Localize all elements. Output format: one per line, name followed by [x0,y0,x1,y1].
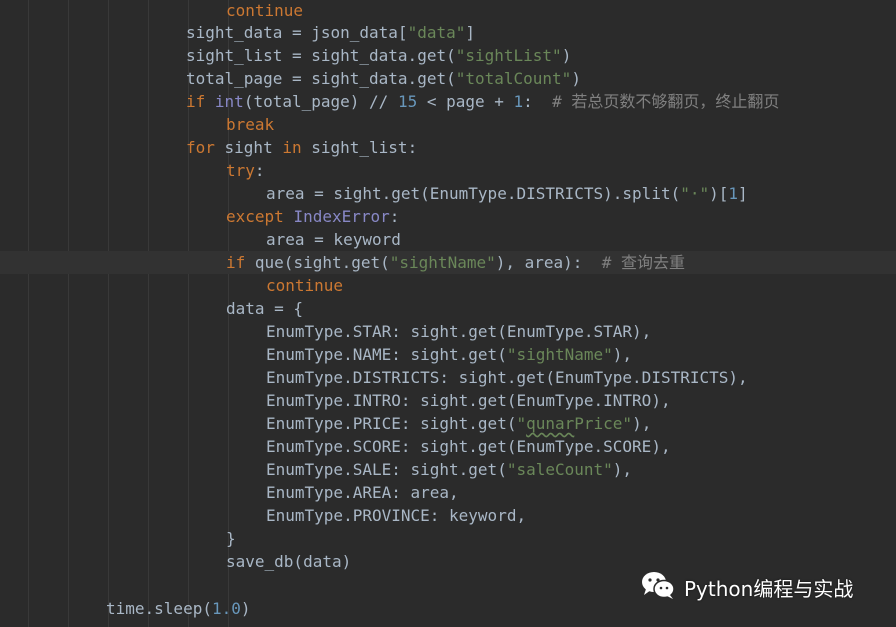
code-token: EnumType.NAME: sight.get( [266,345,507,364]
code-token: EnumType.INTRO: sight.get(EnumType.INTRO… [266,391,671,410]
code-line[interactable]: EnumType.PRICE: sight.get("qunarPrice"), [0,412,896,435]
code-token: "·" [680,184,710,203]
code-token: continue [226,1,304,20]
code-token: 1.0 [211,599,241,618]
code-token: "sightList" [455,46,562,65]
code-line[interactable]: except IndexError: [0,205,896,228]
code-token: sight_list = sight_data.get( [186,46,456,65]
code-token: total_page = sight_data.get( [186,69,456,88]
code-token: (total_page) // [243,92,398,111]
code-token: "saleCount" [506,460,613,479]
code-token: ), [632,414,652,433]
code-line[interactable]: EnumType.AREA: area, [0,481,896,504]
code-token: ), area): [495,253,602,272]
code-line[interactable]: EnumType.SCORE: sight.get(EnumType.SCORE… [0,435,896,458]
code-token: : [389,207,400,226]
code-token: "data" [407,23,466,42]
code-line[interactable]: EnumType.PROVINCE: keyword, [0,504,896,527]
code-line[interactable]: break [0,113,896,136]
code-token: save_db(data) [226,552,352,571]
code-token: "sightName" [506,345,613,364]
code-token: EnumType.AREA: area, [266,483,459,502]
code-token: in [282,138,312,157]
code-token: 1 [728,184,739,203]
code-token: if [226,253,255,272]
code-token: except [226,207,294,226]
code-token: for [186,138,225,157]
code-line[interactable]: EnumType.STAR: sight.get(EnumType.STAR), [0,320,896,343]
code-token: break [226,115,275,134]
code-token: EnumType.SALE: sight.get( [266,460,507,479]
code-token: EnumType.PROVINCE: keyword, [266,506,527,525]
code-token: area = sight.get(EnumType.DISTRICTS).spl… [266,184,681,203]
code-line[interactable]: sight_list = sight_data.get("sightList") [0,44,896,67]
code-token: " [516,414,527,433]
code-token: # 若总页数不够翻页，终止翻页 [552,92,780,111]
code-token: : [523,92,553,111]
code-token: EnumType.SCORE: sight.get(EnumType.SCORE… [266,437,671,456]
code-token: 15 [397,92,418,111]
code-token: qunar [526,414,575,433]
code-token: ), [612,345,633,364]
code-line[interactable]: EnumType.SALE: sight.get("saleCount"), [0,458,896,481]
code-token: IndexError [293,207,390,226]
code-token: time.sleep( [106,599,212,618]
code-line[interactable]: EnumType.DISTRICTS: sight.get(EnumType.D… [0,366,896,389]
code-line[interactable]: } [0,527,896,550]
code-token: que(sight.get( [254,253,390,272]
code-token: # 查询去重 [601,253,685,272]
code-token: data = { [226,299,304,318]
code-token: int [214,92,244,111]
code-token: try [226,161,255,180]
code-token: ) [571,69,581,88]
code-token: continue [266,276,344,295]
code-line[interactable]: try: [0,159,896,182]
code-token: EnumType.PRICE: sight.get( [266,414,517,433]
code-token: ) [240,599,251,618]
code-line[interactable]: total_page = sight_data.get("totalCount"… [0,67,896,90]
code-token: sight [224,138,283,157]
code-token: } [226,529,236,548]
code-line[interactable]: continue [0,274,896,297]
code-line[interactable]: data = { [0,297,896,320]
code-line[interactable]: area = keyword [0,228,896,251]
code-editor[interactable]: continue sight_data = json_data["data"] si… [0,0,896,627]
code-token: sight_data = json_data[ [186,23,408,42]
code-line[interactable]: EnumType.NAME: sight.get("sightName"), [0,343,896,366]
code-line[interactable]: EnumType.INTRO: sight.get(EnumType.INTRO… [0,389,896,412]
code-token: < page + [417,92,514,111]
watermark: Python编程与实战 [640,569,853,605]
code-token: ] [738,184,748,203]
code-line[interactable]: area = sight.get(EnumType.DISTRICTS).spl… [0,182,896,205]
code-token: area = keyword [266,230,401,249]
code-token: ) [561,46,572,65]
code-token: EnumType.DISTRICTS: sight.get(EnumType.D… [266,368,748,387]
code-line[interactable]: for sight in sight_list: [0,136,896,159]
code-line[interactable]: sight_data = json_data["data"] [0,21,896,44]
wechat-icon [640,569,676,605]
code-token: sight_list: [311,138,418,157]
code-line[interactable]: continue [0,0,896,22]
code-line[interactable]: if int(total_page) // 15 < page + 1: # 若… [0,90,896,113]
code-token: 1 [513,92,524,111]
watermark-text: Python编程与实战 [684,576,854,601]
code-token: "sightName" [389,253,496,272]
code-line[interactable]: if que(sight.get("sightName"), area): # … [0,251,896,274]
code-token: "totalCount" [455,69,572,88]
code-token: ] [465,23,475,42]
code-token: ), [612,460,633,479]
code-token: Price" [574,414,633,433]
code-token: )[ [709,184,729,203]
code-token: if [186,92,215,111]
code-token: EnumType.STAR: sight.get(EnumType.STAR), [266,322,652,341]
code-token: : [254,161,265,180]
